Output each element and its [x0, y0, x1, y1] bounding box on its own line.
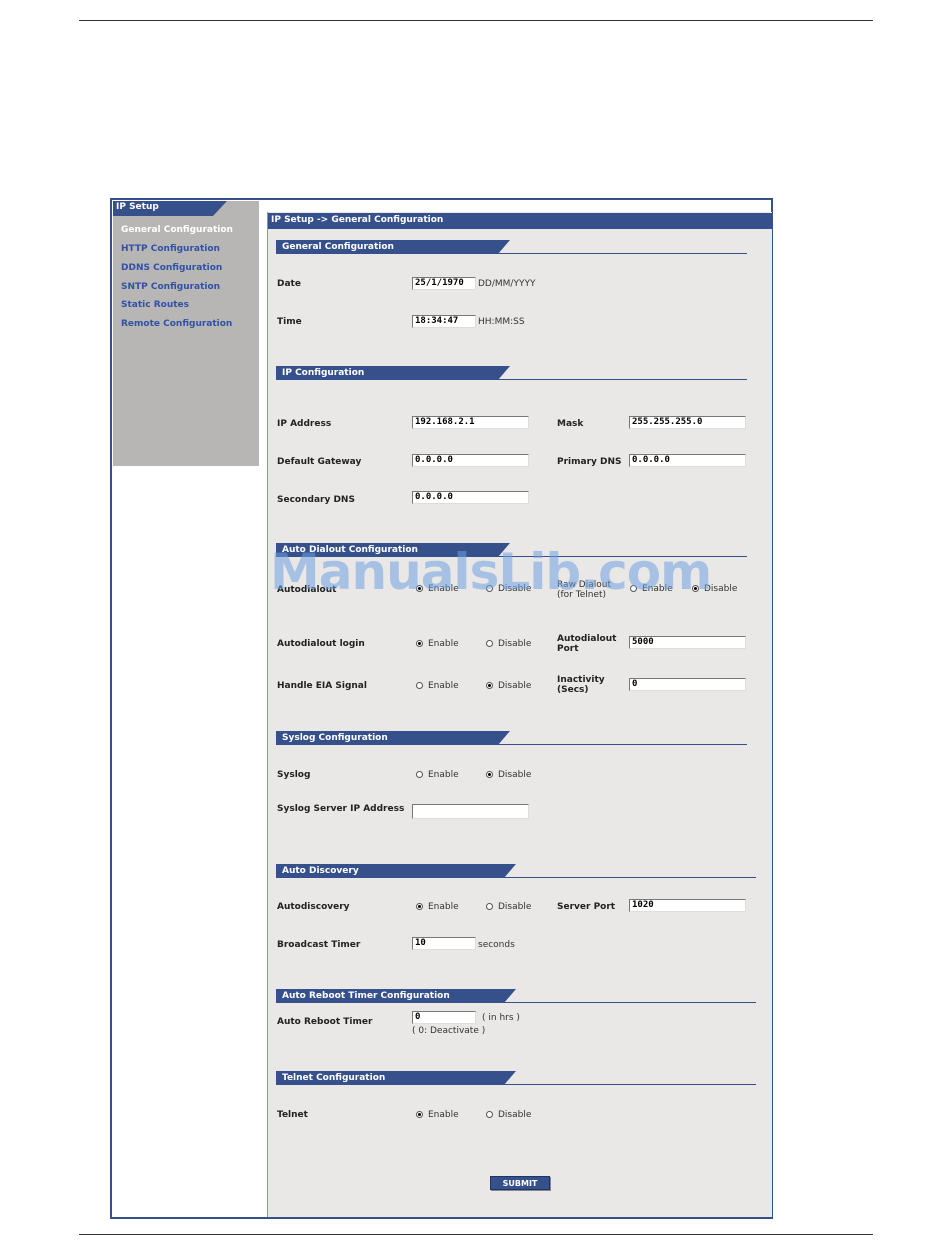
- section-ip-configuration: IP Configuration: [276, 366, 747, 380]
- syslog-server-input[interactable]: [412, 804, 529, 819]
- inactivity-input[interactable]: 0: [629, 678, 746, 691]
- default-gateway-input[interactable]: 0.0.0.0: [412, 454, 529, 467]
- server-port-label: Server Port: [557, 902, 616, 912]
- sidebar-item-sntp-configuration[interactable]: SNTP Configuration: [121, 282, 220, 292]
- sidebar-title-tab: IP Setup: [113, 201, 227, 216]
- sidebar-item-http-configuration[interactable]: HTTP Configuration: [121, 244, 220, 254]
- time-label: Time: [277, 317, 302, 327]
- section-title: Auto Dialout Configuration: [282, 545, 418, 555]
- breadcrumb: IP Setup -> General Configuration: [271, 215, 444, 225]
- section-title: Telnet Configuration: [282, 1073, 386, 1083]
- time-format-hint: HH:MM:SS: [478, 317, 525, 327]
- section-title: IP Configuration: [282, 368, 365, 378]
- section-auto-dialout-configuration: Auto Dialout Configuration: [276, 543, 747, 557]
- handle-eia-signal-label: Handle EIA Signal: [277, 681, 367, 691]
- section-general-configuration: General Configuration: [276, 240, 747, 254]
- date-label: Date: [277, 279, 301, 289]
- raw-dialout-disable-radio[interactable]: Disable: [692, 584, 737, 594]
- syslog-enable-radio[interactable]: Enable: [416, 770, 459, 780]
- broadcast-timer-unit: seconds: [478, 940, 515, 950]
- mask-input[interactable]: 255.255.255.0: [629, 416, 746, 429]
- section-syslog-configuration: Syslog Configuration: [276, 731, 747, 745]
- autodiscovery-disable-radio[interactable]: Disable: [486, 902, 531, 912]
- secondary-dns-label: Secondary DNS: [277, 495, 355, 505]
- syslog-server-label: Syslog Server IP Address: [277, 804, 405, 814]
- submit-button[interactable]: SUBMIT: [490, 1176, 550, 1190]
- sidebar-item-general-configuration[interactable]: General Configuration: [121, 225, 233, 235]
- autodiscovery-enable-radio[interactable]: Enable: [416, 902, 459, 912]
- primary-dns-input[interactable]: 0.0.0.0: [629, 454, 746, 467]
- mask-label: Mask: [557, 419, 584, 429]
- raw-dialout-enable-radio[interactable]: Enable: [630, 584, 673, 594]
- auto-reboot-timer-note: ( 0: Deactivate ): [412, 1026, 486, 1036]
- sidebar-item-static-routes[interactable]: Static Routes: [121, 300, 189, 310]
- sidebar-item-remote-configuration[interactable]: Remote Configuration: [121, 319, 232, 329]
- top-rule: [79, 20, 873, 21]
- sidebar-title: IP Setup: [116, 202, 159, 212]
- server-port-input[interactable]: 1020: [629, 899, 746, 912]
- raw-dialout-label: Raw Dialout (for Telnet): [557, 580, 611, 600]
- sidebar-item-ddns-configuration[interactable]: DDNS Configuration: [121, 263, 222, 273]
- secondary-dns-input[interactable]: 0.0.0.0: [412, 491, 529, 504]
- telnet-label: Telnet: [277, 1110, 308, 1120]
- section-title: General Configuration: [282, 242, 394, 252]
- autodiscovery-label: Autodiscovery: [277, 902, 350, 912]
- telnet-enable-radio[interactable]: Enable: [416, 1110, 459, 1120]
- broadcast-timer-input[interactable]: 10: [412, 937, 476, 950]
- ip-address-input[interactable]: 192.168.2.1: [412, 416, 529, 429]
- autodialout-login-enable-radio[interactable]: Enable: [416, 639, 459, 649]
- auto-reboot-timer-input[interactable]: 0: [412, 1011, 476, 1024]
- autodialout-login-disable-radio[interactable]: Disable: [486, 639, 531, 649]
- section-title: Auto Reboot Timer Configuration: [282, 991, 450, 1001]
- telnet-disable-radio[interactable]: Disable: [486, 1110, 531, 1120]
- syslog-disable-radio[interactable]: Disable: [486, 770, 531, 780]
- main-panel: [268, 212, 772, 1217]
- broadcast-timer-label: Broadcast Timer: [277, 940, 361, 950]
- autodialout-port-input[interactable]: 5000: [629, 636, 746, 649]
- primary-dns-label: Primary DNS: [557, 457, 622, 467]
- section-title: Auto Discovery: [282, 866, 359, 876]
- inactivity-label: Inactivity (Secs): [557, 675, 605, 695]
- section-auto-reboot-timer: Auto Reboot Timer Configuration: [276, 989, 756, 1003]
- sidebar: [113, 201, 259, 466]
- autodialout-label: Autodialout: [277, 585, 337, 595]
- date-input[interactable]: 25/1/1970: [412, 277, 476, 290]
- section-auto-discovery: Auto Discovery: [276, 864, 756, 878]
- autodialout-disable-radio[interactable]: Disable: [486, 584, 531, 594]
- auto-reboot-timer-label: Auto Reboot Timer: [277, 1017, 373, 1027]
- eia-enable-radio[interactable]: Enable: [416, 681, 459, 691]
- auto-reboot-timer-unit: ( in hrs ): [482, 1013, 520, 1023]
- eia-disable-radio[interactable]: Disable: [486, 681, 531, 691]
- section-telnet-configuration: Telnet Configuration: [276, 1071, 756, 1085]
- bottom-rule: [79, 1234, 873, 1235]
- breadcrumb-bar: IP Setup -> General Configuration: [268, 213, 772, 229]
- ip-address-label: IP Address: [277, 419, 332, 429]
- section-title: Syslog Configuration: [282, 733, 388, 743]
- time-input[interactable]: 18:34:47: [412, 315, 476, 328]
- default-gateway-label: Default Gateway: [277, 457, 362, 467]
- autodialout-port-label: Autodialout Port: [557, 634, 617, 654]
- autodialout-login-label: Autodialout login: [277, 639, 365, 649]
- autodialout-enable-radio[interactable]: Enable: [416, 584, 459, 594]
- date-format-hint: DD/MM/YYYY: [478, 279, 536, 289]
- syslog-label: Syslog: [277, 770, 311, 780]
